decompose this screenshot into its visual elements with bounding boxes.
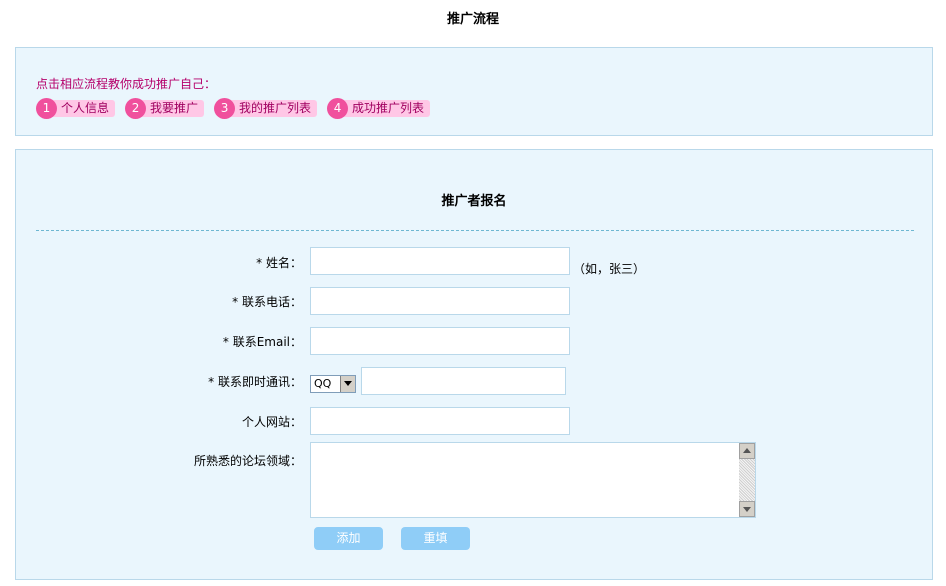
- step-label: 我要推广: [138, 99, 205, 117]
- step-personal-info[interactable]: 1 个人信息: [36, 97, 116, 119]
- page-title: 推广流程: [446, 12, 499, 27]
- step-label: 个人信息: [49, 99, 116, 117]
- step-number: 1: [36, 97, 57, 119]
- name-hint: （如，张三）: [573, 262, 646, 276]
- website-input[interactable]: [310, 407, 570, 435]
- email-input[interactable]: [310, 327, 570, 355]
- form-title: 推广者报名: [441, 194, 507, 209]
- arrow-up-icon[interactable]: [739, 443, 755, 459]
- chevron-down-icon[interactable]: [340, 376, 355, 392]
- step-number: 2: [125, 97, 147, 119]
- im-type-value: QQ: [314, 377, 332, 390]
- arrow-down-icon[interactable]: [739, 501, 755, 517]
- add-button[interactable]: 添加: [314, 527, 383, 550]
- step-number: 4: [327, 97, 349, 119]
- step-label: 成功推广列表: [340, 99, 431, 117]
- steps-panel: 点击相应流程教你成功推广自己： 1 个人信息 2 我要推广 3 我的推广列表 4…: [15, 47, 933, 136]
- scrollbar[interactable]: [739, 443, 755, 517]
- email-label: * 联系Email：: [222, 335, 302, 349]
- website-label: 个人网站：: [241, 415, 302, 429]
- steps-intro: 点击相应流程教你成功推广自己：: [36, 77, 217, 91]
- im-type-select[interactable]: QQ: [310, 375, 356, 393]
- reset-button[interactable]: 重填: [401, 527, 470, 550]
- phone-label: * 联系电话：: [232, 295, 302, 309]
- name-label: * 姓名：: [256, 256, 302, 270]
- signup-form-panel: 推广者报名 * 姓名： （如，张三） * 联系电话： * 联系Email： * …: [15, 149, 933, 580]
- step-number: 3: [214, 97, 236, 119]
- name-input[interactable]: [310, 247, 570, 275]
- im-account-input[interactable]: [361, 367, 566, 395]
- forums-label: 所熟悉的论坛领域：: [193, 454, 302, 468]
- scroll-track[interactable]: [739, 459, 755, 501]
- step-label: 我的推广列表: [227, 99, 318, 117]
- step-promote[interactable]: 2 我要推广: [125, 97, 205, 119]
- steps-row: 1 个人信息 2 我要推广 3 我的推广列表 4 成功推广列表: [36, 97, 440, 119]
- im-label: * 联系即时通讯：: [208, 375, 302, 389]
- phone-input[interactable]: [310, 287, 570, 315]
- step-successful-promotions[interactable]: 4 成功推广列表: [327, 97, 431, 119]
- divider: [36, 230, 914, 231]
- forums-textarea[interactable]: [310, 442, 756, 518]
- step-my-promotions[interactable]: 3 我的推广列表: [214, 97, 318, 119]
